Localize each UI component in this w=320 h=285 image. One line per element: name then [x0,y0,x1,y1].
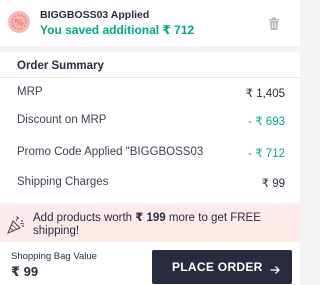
row-label: Discount on MRP [17,114,107,126]
order-summary-panel: Order Summary MRP ₹ 1,405 Discount on MR… [0,52,300,203]
order-summary-title: Order Summary [17,60,104,72]
applied-coupon-card: % BIGGBOSS03 Applied You saved additiona… [0,0,300,46]
coupon-savings-text: You saved additional ₹ 712 [40,23,195,37]
summary-divider [0,77,300,78]
row-label: Promo Code Applied "BIGGBOSS03 [17,146,204,158]
free-shipping-text-line2: shipping! [33,225,80,237]
place-order-label: PLACE ORDER [172,260,263,274]
summary-row-mrp: MRP ₹ 1,405 [17,86,285,102]
summary-row-promo: Promo Code Applied "BIGGBOSS03 - ₹ 712 [17,146,285,162]
free-shipping-banner: Add products worth ₹ 199 more to get FRE… [0,205,300,242]
bag-value-amount: ₹ 99 [11,264,39,279]
free-shipping-amount: ₹ 199 [135,212,166,224]
summary-row-discount: Discount on MRP - ₹ 693 [17,114,285,130]
row-label: Shipping Charges [17,176,109,188]
free-shipping-text: Add products worth ₹ 199 more to get FRE… [33,210,261,224]
summary-row-shipping: Shipping Charges ₹ 99 [17,176,285,192]
place-order-button[interactable]: PLACE ORDER [152,250,292,284]
row-value: - ₹ 693 [248,116,285,128]
bag-value-label: Shopping Bag Value [11,251,97,262]
row-value: ₹ 1,405 [245,88,285,100]
row-value: ₹ 99 [261,178,285,190]
party-popper-icon [6,215,26,235]
coupon-applied-title: BIGGBOSS03 Applied [40,9,150,21]
row-value: - ₹ 712 [248,148,285,160]
checkout-bar: Shopping Bag Value ₹ 99 PLACE ORDER [0,242,300,285]
row-label: MRP [17,86,43,98]
svg-text:%: % [14,19,23,29]
arrow-right-icon [270,262,280,274]
free-shipping-suffix: more to get FREE [165,212,261,224]
free-shipping-prefix: Add products worth [33,212,136,224]
delete-icon[interactable] [268,17,280,31]
percent-badge-icon: % [8,11,30,33]
